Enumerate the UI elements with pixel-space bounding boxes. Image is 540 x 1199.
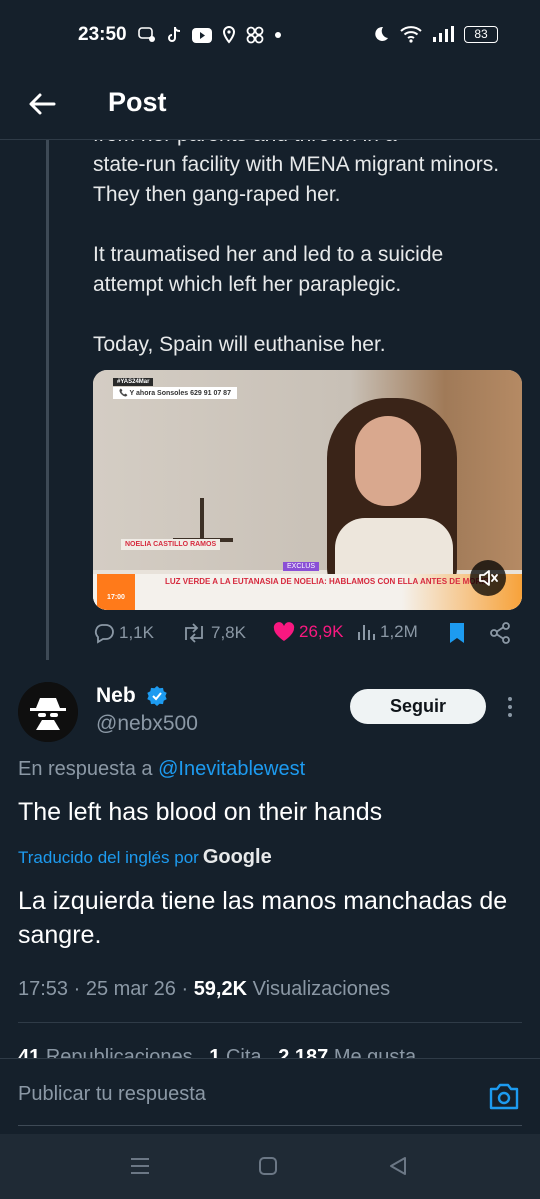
translation-attribution[interactable]: Traducido del inglés por Google (18, 846, 272, 869)
moon-icon (375, 26, 388, 41)
replying-to-prefix: En respuesta a (18, 758, 153, 780)
battery-icon: 83 (464, 25, 498, 43)
more-options-icon[interactable] (500, 694, 520, 720)
reply-count: 1,1K (119, 623, 154, 642)
share-icon (490, 622, 510, 644)
post-metadata: 17:53 · 25 mar 26 · 59,2K Visualizacione… (18, 978, 391, 1000)
tweet-paragraph-1: state-run facility with MENA migrant min… (93, 153, 500, 206)
repost-icon (185, 623, 203, 643)
video-exclusive-label: EXCLUS (283, 562, 320, 571)
post-date: 25 mar 26 (85, 978, 176, 1000)
system-navigation-bar (0, 1134, 540, 1199)
home-icon[interactable] (256, 1154, 280, 1178)
status-icons-left (138, 26, 282, 44)
reply-input-underline (18, 1125, 522, 1126)
bookmark-action[interactable] (447, 622, 467, 644)
dot-icon (275, 32, 281, 38)
video-candelabra (173, 498, 233, 542)
verified-badge-icon (147, 686, 167, 706)
post-time: 17:53 (18, 978, 69, 1000)
post-views-count: 59,2K (193, 978, 248, 1000)
status-time: 23:50 (78, 24, 127, 45)
reply-input[interactable]: Publicar tu respuesta (18, 1083, 206, 1106)
reply-text: The left has blood on their hands (18, 798, 383, 826)
views-count: 1,2M (380, 622, 418, 641)
views-action[interactable]: 1,2M (356, 622, 418, 642)
repost-action[interactable]: 7,8K (181, 622, 246, 644)
reply-composer: Publicar tu respuesta (0, 1058, 540, 1134)
status-icons-right: 83 (372, 25, 498, 43)
status-bar: 23:50 83 (0, 0, 540, 72)
views-icon (358, 625, 375, 640)
tweet-paragraph-3: Today, Spain will euthanise her. (93, 333, 386, 356)
tweet-paragraph-2: It traumatised her and led to a suicide … (93, 243, 444, 296)
translated-text: La izquierda tiene las manos manchadas d… (18, 887, 508, 949)
recent-apps-icon[interactable] (128, 1154, 152, 1178)
video-name-label: NOELIA CASTILLO RAMOS (121, 539, 221, 550)
tweet-action-bar: 1,1K 7,8K 26,9K 1,2M (93, 622, 523, 652)
author-handle[interactable]: @nebx500 (96, 712, 198, 736)
pinwheel-icon (246, 26, 264, 44)
follow-button[interactable]: Seguir (350, 689, 486, 724)
speaker-muted-icon (479, 570, 498, 586)
tweet-video[interactable]: #YAS24Mar 📞 Y ahora Sonsoles 629 91 07 8… (93, 370, 522, 610)
replying-to: En respuesta a @Inevitablewest (18, 758, 305, 781)
share-action[interactable] (489, 622, 511, 644)
like-action[interactable]: 26,9K (273, 622, 343, 642)
heart-filled-icon (273, 622, 295, 641)
mute-button[interactable] (470, 560, 506, 596)
thread-connector-line (46, 140, 49, 660)
tiktok-icon (168, 26, 181, 42)
location-icon (222, 26, 236, 44)
signal-icon (433, 26, 454, 42)
author-name[interactable]: Neb (96, 684, 136, 708)
video-hashtag: #YAS24Mar (113, 378, 154, 386)
person-face (355, 416, 421, 506)
reply-action[interactable]: 1,1K (93, 622, 154, 644)
reply-icon (94, 624, 114, 644)
repost-count: 7,8K (211, 623, 246, 642)
spy-avatar-icon (18, 682, 78, 742)
camera-icon[interactable] (488, 1081, 520, 1111)
avatar[interactable] (18, 682, 78, 742)
page-title: Post (108, 87, 167, 117)
bookmark-filled-icon (450, 623, 464, 643)
arrow-left-icon[interactable] (24, 86, 60, 122)
divider (18, 1022, 522, 1023)
top-app-bar: Post (0, 72, 540, 140)
like-count: 26,9K (299, 622, 344, 641)
translated-label: Traducido del inglés por (18, 848, 199, 867)
youtube-icon (192, 27, 212, 43)
google-logo: Google (202, 846, 272, 868)
back-nav-icon[interactable] (386, 1154, 410, 1178)
video-headline: LUZ VERDE A LA EUTANASIA DE NOELIA: HABL… (165, 577, 490, 586)
replying-to-handle[interactable]: @Inevitablewest (158, 758, 305, 780)
post-views-label: Visualizaciones (252, 978, 391, 1000)
chat-icon (138, 27, 155, 42)
video-phone-label: 📞 Y ahora Sonsoles 629 91 07 87 (113, 387, 237, 399)
wifi-icon (400, 26, 422, 43)
video-channel-logo: 17:00 (97, 574, 135, 610)
